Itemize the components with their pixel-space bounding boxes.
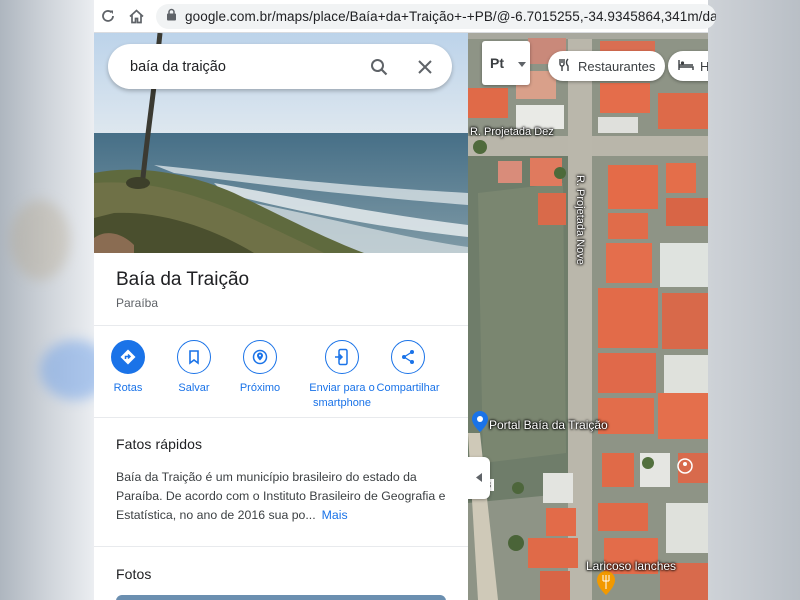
place-title: Baía da Traição [116, 269, 250, 290]
place-subtitle: Paraíba [116, 296, 159, 310]
hotels-chip-label: H [700, 58, 708, 74]
satellite-map[interactable]: Pt Restaurantes H R. Projetada Dez R. Pr… [468, 33, 708, 600]
search-input[interactable]: baía da traição [130, 59, 368, 75]
chevron-down-icon [518, 54, 526, 72]
quick-facts-text: Baía da Traição é um município brasileir… [116, 470, 446, 522]
place-panel: baía da traição Baía da Traição Paraíba … [94, 33, 468, 600]
directions-icon [111, 340, 145, 374]
chevron-left-icon [476, 469, 482, 487]
restaurant-icon [558, 58, 572, 75]
map-type-dropdown[interactable]: Pt [482, 41, 530, 85]
photos-thumbnail[interactable] [116, 595, 446, 600]
restaurants-chip[interactable]: Restaurantes [548, 51, 666, 81]
lock-icon [166, 8, 177, 26]
divider [94, 417, 468, 418]
photos-title: Fotos [116, 566, 152, 582]
nearby-label: Próximo [239, 382, 281, 394]
home-icon[interactable] [126, 6, 146, 26]
nearby-icon [243, 340, 277, 374]
share-label: Compartilhar [376, 382, 440, 394]
place-label[interactable]: Portal Baía da Traição [489, 418, 608, 432]
divider [94, 546, 468, 547]
action-buttons: Rotas Salvar Próximo Enviar para o smart… [111, 340, 468, 420]
reload-icon[interactable] [98, 6, 118, 26]
restaurants-chip-label: Restaurantes [578, 58, 656, 74]
search-icon[interactable] [368, 56, 390, 78]
address-bar[interactable]: google.com.br/maps/place/Baía+da+Traição… [156, 4, 716, 29]
send-to-phone-label: Enviar para o smartphone [309, 382, 375, 409]
nearby-button[interactable]: Próximo [220, 340, 300, 396]
divider [94, 325, 468, 326]
url-text: google.com.br/maps/place/Baía+da+Traição… [185, 9, 716, 24]
quick-facts-title: Fatos rápidos [116, 436, 203, 452]
blurred-blob [10, 200, 70, 280]
collapse-panel-button[interactable] [468, 457, 490, 499]
street-label: R. Projetada Dez [470, 126, 554, 138]
hotels-chip[interactable]: H [668, 51, 708, 81]
save-label: Salvar [178, 382, 210, 394]
map-type-label: Pt [490, 55, 504, 71]
share-button[interactable]: Compartilhar [368, 340, 448, 396]
street-label: R. Projetada Nove [574, 175, 586, 265]
send-to-phone-icon [325, 340, 359, 374]
place-label[interactable]: Laricoso lanches [586, 559, 676, 573]
bookmark-icon [177, 340, 211, 374]
directions-label: Rotas [113, 382, 143, 394]
share-icon [391, 340, 425, 374]
search-box[interactable]: baía da traição [108, 44, 452, 89]
browser-toolbar: google.com.br/maps/place/Baía+da+Traição… [94, 0, 716, 33]
close-icon[interactable] [414, 56, 436, 78]
hotel-icon [678, 59, 694, 74]
more-link[interactable]: Mais [322, 508, 348, 522]
